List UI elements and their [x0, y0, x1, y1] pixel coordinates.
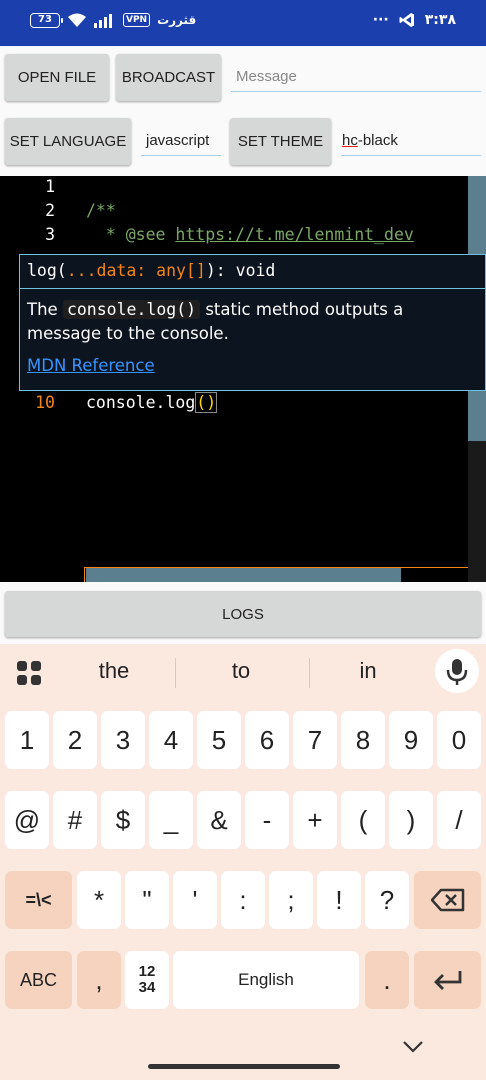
app-controls: OPEN FILE BROADCAST Message SET LANGUAGE… [0, 46, 486, 176]
apps-grid-icon[interactable] [16, 660, 42, 686]
suggestion-1[interactable]: the [64, 658, 164, 684]
logs-button[interactable]: LOGS [5, 591, 481, 637]
key-colon[interactable]: : [221, 871, 265, 929]
code-parens: () [195, 392, 218, 413]
space-key[interactable]: English [173, 951, 359, 1009]
signal-icon [94, 14, 112, 28]
key-question[interactable]: ? [365, 871, 409, 929]
keyboard: the to in 1 2 3 4 5 6 7 8 9 0 @ # $ _ & … [0, 644, 486, 1080]
language-input[interactable]: javascript [141, 126, 221, 156]
line-number: 3 [45, 225, 55, 244]
key-6[interactable]: 6 [245, 711, 289, 769]
carrier-label: قثررت [157, 13, 197, 27]
key-5[interactable]: 5 [197, 711, 241, 769]
message-input[interactable]: Message [231, 62, 481, 92]
status-right: ··· ۳:۳۸ [373, 12, 456, 28]
suggestion-3[interactable]: in [318, 658, 418, 684]
key-8[interactable]: 8 [341, 711, 385, 769]
vscode-icon [399, 13, 414, 27]
line-number-active: 10 [35, 393, 55, 412]
set-theme-button[interactable]: SET THEME [230, 118, 331, 165]
code-line-2: /** [86, 201, 116, 220]
key-close-paren[interactable]: ) [389, 791, 433, 849]
wifi-icon [68, 13, 86, 27]
theme-value-part-b: -black [357, 132, 398, 149]
key-underscore[interactable]: _ [149, 791, 193, 849]
key-7[interactable]: 7 [293, 711, 337, 769]
broadcast-button[interactable]: BROADCAST [116, 54, 221, 101]
hide-keyboard-icon[interactable] [402, 1040, 424, 1054]
suggestion-divider [175, 658, 176, 688]
more-notifications-icon: ··· [372, 12, 389, 28]
key-3[interactable]: 3 [101, 711, 145, 769]
key-ampersand[interactable]: & [197, 791, 241, 849]
key-minus[interactable]: - [245, 791, 289, 849]
numpad-key[interactable]: 12 34 [125, 951, 169, 1009]
theme-value: hc-black [341, 132, 398, 149]
key-open-paren[interactable]: ( [341, 791, 385, 849]
line-number: 1 [45, 177, 55, 196]
suggestion-divider [309, 658, 310, 688]
mdn-reference-link[interactable]: MDN Reference [27, 356, 155, 375]
clock: ۳:۳۸ [424, 12, 456, 28]
code-call: console.log [86, 393, 196, 412]
abc-key[interactable]: ABC [5, 951, 72, 1009]
enter-icon [433, 971, 461, 990]
key-hash[interactable]: # [53, 791, 97, 849]
code-link[interactable]: https://t.me/lenmint_dev [175, 225, 413, 244]
sig-param: ...data: any[] [66, 261, 206, 280]
enter-key[interactable] [414, 951, 481, 1009]
key-at[interactable]: @ [5, 791, 49, 849]
theme-input[interactable]: hc-black [341, 126, 481, 156]
key-period[interactable]: . [365, 951, 409, 1009]
sig-name: log( [27, 261, 67, 280]
theme-value-part-a: hc [342, 132, 358, 149]
key-double-quote[interactable]: " [125, 871, 169, 929]
key-exclamation[interactable]: ! [317, 871, 361, 929]
navigation-handle[interactable] [148, 1064, 340, 1069]
key-asterisk[interactable]: * [77, 871, 121, 929]
microphone-icon [446, 659, 468, 685]
microphone-button[interactable] [435, 649, 479, 693]
battery-icon: 73 [30, 12, 63, 28]
key-2[interactable]: 2 [53, 711, 97, 769]
key-1[interactable]: 1 [5, 711, 49, 769]
horizontal-scrollbar-thumb[interactable] [86, 568, 401, 582]
key-4[interactable]: 4 [149, 711, 193, 769]
key-single-quote[interactable]: ' [173, 871, 217, 929]
see-tag: * @see [86, 225, 176, 244]
logs-area: LOGS [0, 582, 486, 644]
status-left: 73 VPN قثررت [30, 12, 196, 28]
numpad-label-bottom: 34 [138, 979, 156, 996]
backspace-icon [430, 888, 464, 912]
function-description: The console.log() static method outputs … [20, 289, 485, 346]
set-language-button[interactable]: SET LANGUAGE [5, 118, 131, 165]
key-semicolon[interactable]: ; [269, 871, 313, 929]
key-plus[interactable]: + [293, 791, 337, 849]
code-line-10: console.log() [86, 392, 218, 413]
backspace-key[interactable] [414, 871, 481, 929]
language-value: javascript [146, 132, 210, 149]
hover-tooltip: log(...data: any[]): void The console.lo… [19, 254, 486, 391]
open-file-button[interactable]: OPEN FILE [5, 54, 109, 101]
doc-pre: The [27, 300, 63, 319]
status-bar: 73 VPN قثررت ··· ۳:۳۸ [0, 0, 486, 46]
suggestion-bar: the to in [0, 644, 486, 700]
line-number: 2 [45, 201, 55, 220]
numpad-label-top: 12 [138, 963, 156, 980]
suggestion-2[interactable]: to [191, 658, 291, 684]
message-placeholder: Message [236, 68, 297, 85]
vpn-badge: VPN [123, 13, 151, 27]
key-0[interactable]: 0 [437, 711, 481, 769]
key-9[interactable]: 9 [389, 711, 433, 769]
symbols-toggle-key[interactable]: =\< [5, 871, 72, 929]
code-line-3: * @see https://t.me/lenmint_dev [86, 225, 414, 244]
key-comma[interactable]: , [77, 951, 121, 1009]
key-slash[interactable]: / [437, 791, 481, 849]
sig-return: ): void [205, 261, 276, 280]
key-dollar[interactable]: $ [101, 791, 145, 849]
doc-code: console.log() [62, 300, 201, 319]
function-signature: log(...data: any[]): void [20, 255, 485, 289]
